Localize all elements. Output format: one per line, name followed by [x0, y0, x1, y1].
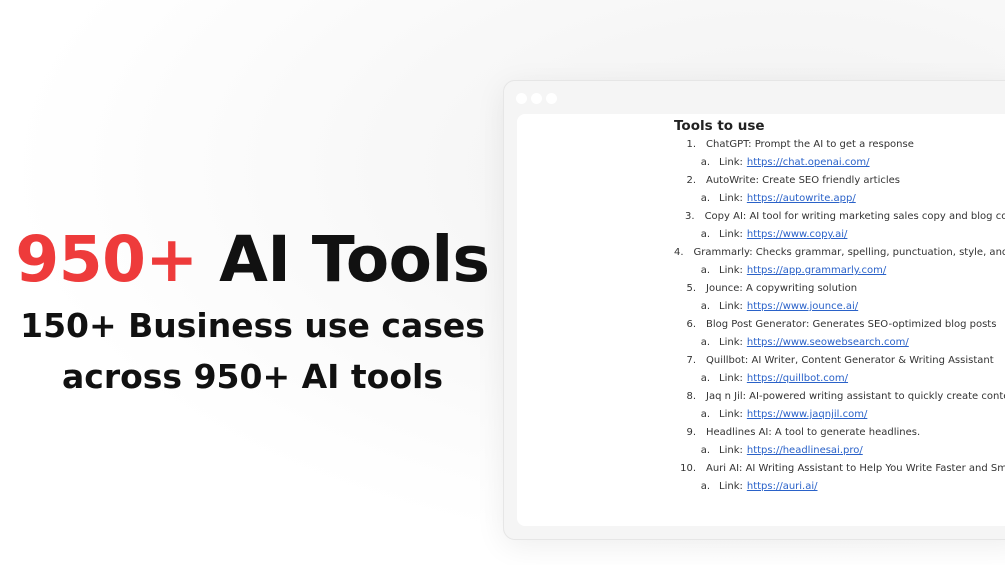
tool-item: 9. Headlines AI: A tool to generate headl…	[674, 424, 1005, 442]
tool-description: Grammarly: Checks grammar, spelling, pun…	[693, 247, 1005, 258]
link-label: Link:	[719, 481, 743, 492]
tool-description: AutoWrite: Create SEO friendly articles	[706, 175, 900, 186]
link-marker: a.	[700, 229, 710, 240]
tool-url-link[interactable]: https://chat.openai.com/	[747, 154, 870, 172]
tool-number: 8.	[686, 391, 696, 402]
link-label: Link:	[719, 373, 743, 384]
link-label: Link:	[719, 193, 743, 204]
tool-item: 6. Blog Post Generator: Generates SEO-opt…	[674, 316, 1005, 334]
tool-link-item: a. Link: https://www.copy.ai/	[674, 226, 1005, 244]
tool-number: 7.	[686, 355, 696, 366]
document-content: Tools to use 1. ChatGPT: Prompt the AI to…	[674, 118, 1005, 496]
hero-title: 950+ AI Tools	[0, 222, 505, 298]
tool-description: Copy AI: AI tool for writing marketing s…	[704, 211, 1005, 222]
document-heading: Tools to use	[674, 118, 765, 134]
link-label: Link:	[719, 337, 743, 348]
tool-item: 3. Copy AI: AI tool for writing marketing…	[674, 208, 1005, 226]
tool-number: 4.	[674, 247, 684, 258]
tool-item: 8. Jaq n Jil: AI-powered writing assistan…	[674, 388, 1005, 406]
link-marker: a.	[700, 481, 710, 492]
tool-url-link[interactable]: https://headlinesai.pro/	[747, 442, 863, 460]
link-marker: a.	[700, 157, 710, 168]
tool-url-link[interactable]: https://quillbot.com/	[747, 370, 848, 388]
link-label: Link:	[719, 229, 743, 240]
tool-item: 10. Auri AI: AI Writing Assistant to Help…	[674, 460, 1005, 478]
tool-url-link[interactable]: https://app.grammarly.com/	[747, 262, 886, 280]
tool-number: 5.	[686, 283, 696, 294]
window-dot-icon[interactable]	[546, 93, 557, 104]
tool-description: Jounce: A copywriting solution	[706, 283, 858, 294]
tool-item: 7. Quillbot: AI Writer, Content Generator…	[674, 352, 1005, 370]
tool-link-item: a. Link: https://www.seowebsearch.com/	[674, 334, 1005, 352]
tool-description: Blog Post Generator: Generates SEO-optim…	[706, 319, 997, 330]
tool-link-item: a. Link: https://app.grammarly.com/	[674, 262, 1005, 280]
tool-url-link[interactable]: https://www.jounce.ai/	[747, 298, 858, 316]
tool-description: Quillbot: AI Writer, Content Generator &…	[706, 355, 994, 366]
tool-description: Headlines AI: A tool to generate headlin…	[706, 427, 921, 438]
tool-description: Jaq n Jil: AI-powered writing assistant …	[706, 391, 1005, 402]
tool-number: 3.	[685, 211, 695, 222]
document-page: Tools to use 1. ChatGPT: Prompt the AI to…	[517, 114, 1005, 526]
tool-item: 2. AutoWrite: Create SEO friendly article…	[674, 172, 1005, 190]
document-window: Tools to use 1. ChatGPT: Prompt the AI to…	[503, 80, 1005, 540]
tool-item: 1. ChatGPT: Prompt the AI to get a respon…	[674, 136, 1005, 154]
tool-url-link[interactable]: https://autowrite.app/	[747, 190, 856, 208]
link-marker: a.	[700, 409, 710, 420]
tool-url-link[interactable]: https://www.jaqnjil.com/	[747, 406, 867, 424]
tool-number: 10.	[680, 463, 696, 474]
tool-url-link[interactable]: https://auri.ai/	[747, 478, 818, 496]
link-label: Link:	[719, 409, 743, 420]
tool-link-item: a. Link: https://www.jounce.ai/	[674, 298, 1005, 316]
tool-number: 6.	[686, 319, 696, 330]
hero-subtitle-line-1: 150+ Business use cases	[20, 306, 485, 345]
tool-description: ChatGPT: Prompt the AI to get a response	[706, 139, 914, 150]
tool-url-link[interactable]: https://www.copy.ai/	[747, 226, 848, 244]
window-dot-icon[interactable]	[516, 93, 527, 104]
window-dot-icon[interactable]	[531, 93, 542, 104]
hero-section: 950+ AI Tools 150+ Business use cases ac…	[0, 222, 505, 402]
hero-subtitle: 150+ Business use cases across 950+ AI t…	[0, 300, 505, 402]
tool-item: 5. Jounce: A copywriting solution	[674, 280, 1005, 298]
window-controls	[516, 93, 557, 104]
tool-link-item: a. Link: https://quillbot.com/	[674, 370, 1005, 388]
tool-number: 9.	[686, 427, 696, 438]
link-label: Link:	[719, 301, 743, 312]
tool-number: 1.	[686, 139, 696, 150]
hero-subtitle-line-2: across 950+ AI tools	[62, 357, 443, 396]
link-marker: a.	[700, 265, 710, 276]
tool-link-item: a. Link: https://chat.openai.com/	[674, 154, 1005, 172]
hero-title-accent: 950+	[15, 223, 198, 296]
tool-link-item: a. Link: https://auri.ai/	[674, 478, 1005, 496]
hero-title-rest: AI Tools	[219, 223, 490, 296]
tool-link-item: a. Link: https://autowrite.app/	[674, 190, 1005, 208]
tool-link-item: a. Link: https://www.jaqnjil.com/	[674, 406, 1005, 424]
link-marker: a.	[700, 373, 710, 384]
tool-link-item: a. Link: https://headlinesai.pro/	[674, 442, 1005, 460]
tool-url-link[interactable]: https://www.seowebsearch.com/	[747, 334, 909, 352]
link-marker: a.	[700, 337, 710, 348]
link-marker: a.	[700, 193, 710, 204]
link-label: Link:	[719, 265, 743, 276]
link-marker: a.	[700, 445, 710, 456]
tool-list: 1. ChatGPT: Prompt the AI to get a respon…	[674, 136, 1005, 496]
tool-number: 2.	[686, 175, 696, 186]
link-label: Link:	[719, 157, 743, 168]
link-label: Link:	[719, 445, 743, 456]
tool-description: Auri AI: AI Writing Assistant to Help Yo…	[706, 463, 1005, 474]
tool-item: 4. Grammarly: Checks grammar, spelling, p…	[674, 244, 1005, 262]
link-marker: a.	[700, 301, 710, 312]
